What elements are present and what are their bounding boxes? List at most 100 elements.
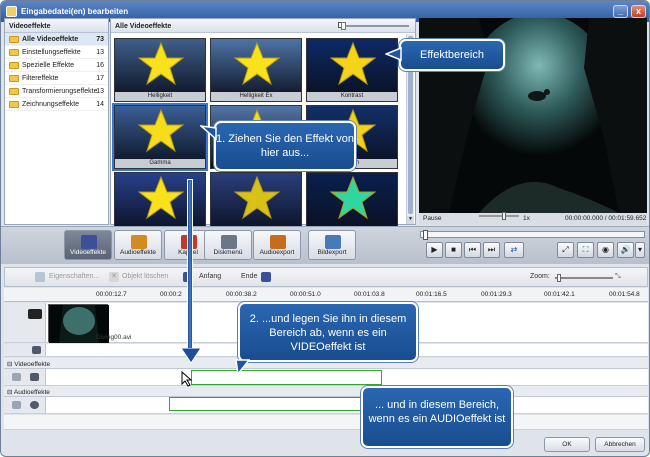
audio-effect-icon	[30, 401, 39, 409]
zoom-slider[interactable]	[555, 274, 613, 282]
category-item[interactable]: Zeichnungseffekte 14	[5, 98, 108, 111]
stop-button[interactable]: ■	[445, 242, 462, 258]
ruler-tick-label: 00:00:38.2	[226, 291, 257, 298]
category-list-header: Videoeffekte	[5, 19, 108, 33]
category-item[interactable]: Transformierungseffekte 13	[5, 85, 108, 98]
player-status-bar: Pause 1x 00:00:00.000 / 00:01:59.652	[419, 212, 647, 225]
zoom-fit-icon[interactable]: ⤡	[615, 273, 621, 281]
video-effect-drop-zone[interactable]	[191, 370, 382, 385]
folder-icon	[9, 88, 19, 95]
clip-name: Diving00.avi	[96, 334, 132, 341]
star-effect-icon	[138, 41, 184, 86]
toolbar-button-label: Audioexport	[259, 249, 295, 256]
player-state: Pause	[423, 215, 442, 222]
seek-bar[interactable]	[420, 230, 645, 240]
folder-icon	[9, 101, 19, 108]
effect-tile-label: Helligkeit	[115, 92, 205, 101]
ruler-tick-label: 00:01:03.8	[354, 291, 385, 298]
collapse-audio-effects-icon[interactable]: ⊟	[7, 389, 14, 396]
film-icon	[28, 309, 42, 319]
timeline-empty-area	[4, 415, 648, 430]
timeline-ruler[interactable]: 00:00:12.7 00:00:2 00:00:38.2 00:00:51.0 00:…	[4, 288, 648, 302]
toolbar-button[interactable]: Audioeffekte	[114, 230, 162, 260]
thumbnail-size-slider[interactable]	[341, 22, 409, 30]
video-effects-track-label: Videoeffekte	[14, 361, 51, 368]
snapshot-icon[interactable]: ◉	[597, 242, 614, 258]
effects-category-list: Videoeffekte Alle Videoeffekte 73 Einstell…	[4, 18, 109, 225]
visibility-icon[interactable]	[12, 373, 21, 381]
effect-tile-label: Helligkeit Ex	[211, 92, 301, 101]
toolbar-icon	[81, 235, 97, 249]
loop-icon[interactable]: ⇄	[504, 242, 524, 258]
mouse-cursor-icon	[181, 371, 193, 387]
delete-object-button[interactable]: Objekt löschen	[122, 273, 168, 280]
ruler-tick-label: 00:01:54.8	[609, 291, 640, 298]
effect-tile-label: Gamma	[115, 159, 205, 168]
ruler-tick-label: 00:01:29.3	[481, 291, 512, 298]
category-count: 73	[96, 36, 104, 43]
effect-tile[interactable]: Gamma	[112, 103, 208, 171]
player-speed: 1x	[523, 215, 530, 222]
category-count: 13	[96, 88, 104, 95]
star-effect-icon	[330, 41, 376, 86]
volume-dropdown-icon[interactable]: ▾	[635, 242, 645, 258]
set-start-button[interactable]: Anfang	[199, 273, 221, 280]
folder-icon	[9, 49, 19, 56]
category-label: Einstellungseffekte	[22, 49, 81, 56]
cancel-button[interactable]: Abbrechen	[595, 437, 645, 452]
editor-window: Eingabedatei(en) bearbeiten _ x Videoeff…	[0, 0, 650, 457]
fullscreen-icon[interactable]: ⛶	[577, 242, 594, 258]
ruler-tick-label: 00:00:2	[160, 291, 182, 298]
star-effect-icon	[138, 108, 184, 153]
category-count: 16	[96, 62, 104, 69]
mute-icon[interactable]	[32, 346, 41, 354]
category-item[interactable]: Filtereffekte 17	[5, 72, 108, 85]
category-item[interactable]: Einstellungseffekte 13	[5, 46, 108, 59]
star-effect-icon	[330, 175, 376, 220]
category-label: Alle Videoeffekte	[22, 36, 79, 43]
category-label: Zeichnungseffekte	[22, 101, 80, 108]
zoom-label: Zoom:	[530, 273, 550, 280]
audio-visibility-icon[interactable]	[12, 401, 21, 409]
properties-button[interactable]: Eigenschaften...	[49, 273, 99, 280]
play-button[interactable]: ▶	[426, 242, 443, 258]
audio-effects-track-label: Audioeffekte	[13, 389, 50, 396]
close-button[interactable]: x	[631, 5, 646, 18]
folder-icon	[9, 75, 19, 82]
toolbar-icon	[131, 235, 147, 249]
star-effect-icon	[234, 175, 280, 220]
set-end-button[interactable]: Ende	[241, 273, 257, 280]
drag-arrow	[187, 179, 193, 355]
fit-icon[interactable]: ⤢	[557, 242, 574, 258]
toolbar-button[interactable]: Diskmenü	[204, 230, 252, 260]
callout-drop-audio: ... und in diesem Bereich, wenn es ein A…	[361, 386, 513, 448]
minimize-button[interactable]: _	[613, 5, 628, 18]
toolbar-button[interactable]: Bildexport	[308, 230, 356, 260]
effect-tile[interactable]: Helligkeit Ex	[210, 38, 302, 102]
delete-icon: ✕	[109, 272, 119, 282]
audio-effects-track-header[interactable]: ⊟ Audioeffekte	[4, 386, 648, 397]
volume-icon[interactable]: 🔊	[617, 242, 634, 258]
category-label: Filtereffekte	[22, 75, 59, 82]
speed-slider[interactable]	[479, 212, 519, 220]
toolbar-button[interactable]: Audioexport	[253, 230, 301, 260]
effect-tile[interactable]: Helligkeit	[114, 38, 206, 102]
category-item[interactable]: Alle Videoeffekte 73	[5, 33, 108, 46]
audio-effect-drop-zone[interactable]	[169, 397, 372, 411]
ruler-tick-label: 00:00:12.7	[96, 291, 127, 298]
next-frame-button[interactable]: ⏭	[483, 242, 500, 258]
category-count: 14	[96, 101, 104, 108]
toolbar-button-label: Videoeffekte	[70, 249, 106, 256]
effect-tile-label: Kontrast	[307, 92, 397, 101]
ruler-tick-label: 00:00:51.0	[290, 291, 321, 298]
previous-frame-button[interactable]: ⏮	[464, 242, 481, 258]
callout-pointer	[235, 359, 250, 375]
drag-arrow-head	[181, 348, 201, 364]
callout-effects-area: Effektbereich	[399, 39, 505, 71]
ok-button[interactable]: OK	[544, 437, 590, 452]
callout-drag-from: 1. Ziehen Sie den Effekt von hier aus...	[214, 121, 356, 171]
toolbar-button[interactable]: Videoeffekte	[64, 230, 112, 260]
properties-icon	[35, 272, 45, 282]
category-item[interactable]: Spezielle Effekte 16	[5, 59, 108, 72]
callout-pointer	[385, 47, 402, 61]
